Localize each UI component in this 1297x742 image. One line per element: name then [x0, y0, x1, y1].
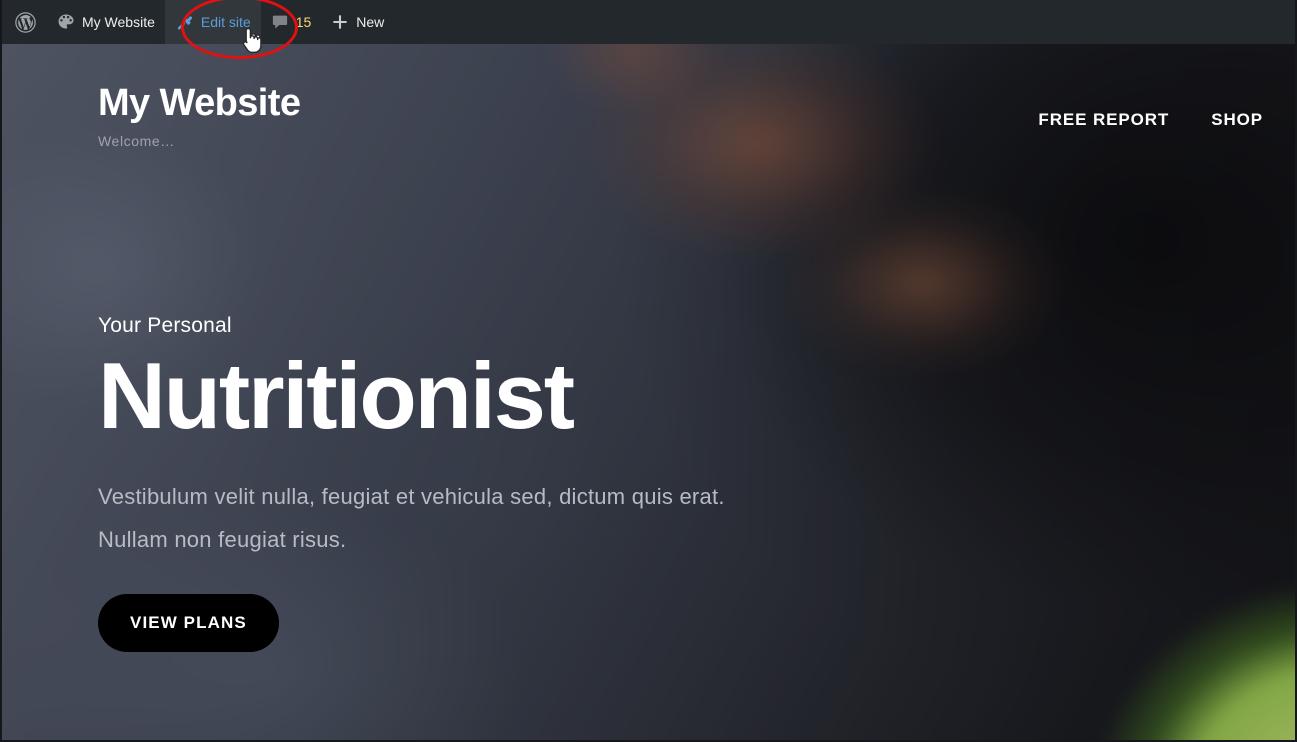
hero-paragraph: Vestibulum velit nulla, feugiat et vehic… [98, 484, 725, 552]
wordpress-logo-icon [15, 11, 36, 33]
tools-hammer-icon [175, 13, 194, 32]
dashboard-palette-icon [57, 13, 75, 31]
browser-viewport: My Website Edit site 15 New My Website W… [0, 0, 1297, 742]
adminbar-new-label: New [356, 14, 385, 30]
adminbar-new-content[interactable]: New [321, 0, 394, 44]
adminbar-comments-count: 15 [295, 14, 312, 30]
primary-navigation: FREE REPORT SHOP [1038, 84, 1263, 130]
nav-item-free-report[interactable]: FREE REPORT [1038, 110, 1169, 130]
adminbar-site-name[interactable]: My Website [47, 0, 165, 44]
adminbar-edit-site[interactable]: Edit site [164, 0, 261, 44]
adminbar-comments[interactable]: 15 [261, 0, 322, 44]
adminbar-edit-site-label: Edit site [200, 14, 251, 30]
wp-admin-bar: My Website Edit site 15 New [2, 0, 1295, 44]
hero-copy: Your Personal Nutritionist Vestibulum ve… [98, 314, 798, 652]
adminbar-site-name-label: My Website [82, 14, 155, 30]
site-header: My Website Welcome… FREE REPORT SHOP [2, 44, 1295, 164]
view-plans-button[interactable]: VIEW PLANS [98, 593, 279, 652]
site-tagline: Welcome… [98, 132, 175, 149]
hero-content-wrapper: My Website Welcome… FREE REPORT SHOP You… [2, 44, 1295, 740]
adminbar-wordpress-logo[interactable] [2, 0, 47, 44]
hero-section: My Website Welcome… FREE REPORT SHOP You… [2, 44, 1295, 740]
plus-icon [331, 13, 349, 31]
hero-headline: Nutritionist [98, 343, 575, 448]
site-title[interactable]: My Website [98, 83, 301, 124]
site-branding: My Website Welcome… [98, 83, 301, 149]
hero-eyebrow: Your Personal [98, 314, 232, 337]
comment-bubble-icon [271, 13, 289, 31]
nav-item-shop[interactable]: SHOP [1211, 110, 1263, 130]
